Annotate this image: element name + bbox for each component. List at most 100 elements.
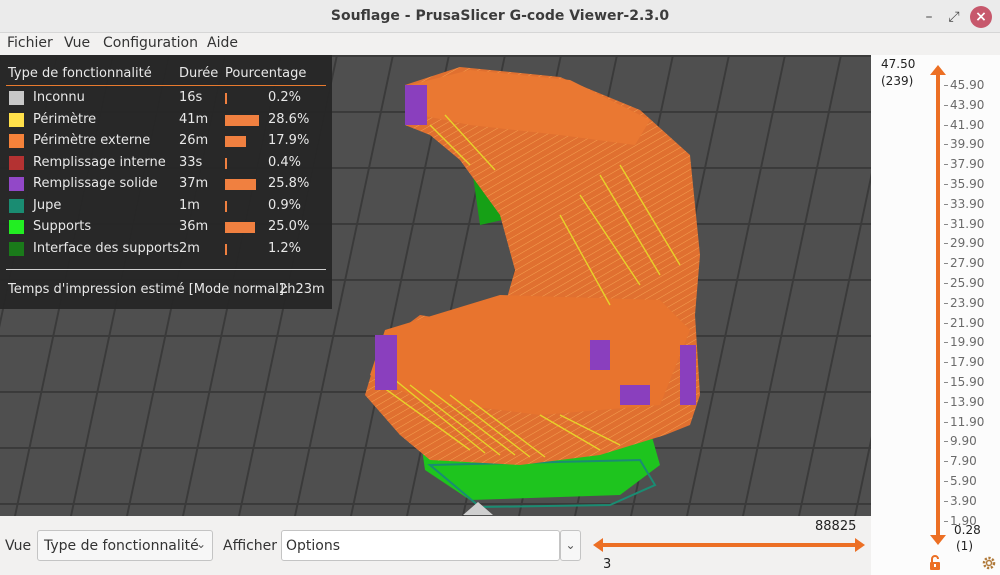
layer-tick-mark (944, 164, 948, 166)
layer-tick-label: 15.90 (950, 375, 985, 389)
maximize-button[interactable]: ⤢ (943, 6, 965, 28)
layer-tick-mark (944, 283, 948, 284)
legend-color-swatch (9, 155, 24, 170)
layer-tick-mark (944, 124, 948, 126)
options-dropdown-button[interactable]: ⌄ (560, 530, 581, 561)
layer-tick-label: 11.90 (950, 414, 985, 429)
layer-tick-mark (944, 223, 948, 225)
layer-tick-label: 3.90 (950, 493, 977, 508)
legend-color-swatch (9, 177, 24, 191)
legend-item-duration: 36m (179, 219, 209, 234)
menu-vue[interactable]: Vue (64, 35, 90, 51)
menu-fichier[interactable]: Fichier (7, 35, 53, 51)
layer-top-value: 47.50 (881, 57, 916, 71)
legend-color-swatch (9, 91, 24, 105)
layer-tick-label: 21.90 (950, 315, 985, 330)
layer-tick-mark (944, 85, 948, 86)
layer-slider-bottom-thumb[interactable] (930, 535, 946, 545)
legend-row: Interface des supports 2m 1.2% (0, 240, 332, 261)
layer-tick-label: 33.90 (950, 196, 985, 211)
gear-icon[interactable] (981, 555, 997, 571)
legend-percentage-bar (225, 200, 227, 212)
legend-header-type: Type de fonctionnalité (8, 66, 152, 81)
legend-item-duration: 1m (179, 197, 200, 213)
legend-panel: Type de fonctionnalité Durée Pourcentage… (0, 55, 332, 309)
layer-tick-mark (944, 104, 948, 106)
lock-icon[interactable] (927, 555, 943, 571)
legend-item-percentage: 28.6% (268, 111, 310, 127)
legend-color-swatch (9, 112, 24, 127)
legend-item-duration: 16s (179, 90, 203, 105)
view-type-select[interactable]: Type de fonctionnalité ⌄ (37, 530, 213, 561)
legend-item-duration: 41m (179, 111, 209, 127)
legend-item-name: Remplissage solide (33, 176, 158, 191)
legend-header-duration: Durée (179, 66, 219, 81)
estimated-time-label: Temps d'impression estimé [Mode normal]: (8, 282, 289, 297)
legend-item-duration: 2m (179, 240, 200, 256)
legend-row: Périmètre externe 26m 17.9% (0, 132, 332, 153)
layer-tick-mark (944, 322, 948, 324)
layer-tick-mark (944, 500, 948, 502)
move-slider[interactable] (593, 538, 865, 552)
layer-slider[interactable] (930, 65, 946, 545)
layer-tick-mark (944, 421, 948, 423)
legend-color-swatch (9, 134, 24, 148)
move-slider-min: 3 (603, 557, 612, 572)
legend-row: Périmètre 41m 28.6% (0, 111, 332, 132)
legend-percentage-bar (225, 222, 255, 233)
layer-bottom-value: 0.28 (954, 523, 981, 537)
layer-tick-mark (944, 203, 948, 205)
title-bar: Souflage - PrusaSlicer G-code Viewer-2.3… (0, 0, 1000, 33)
move-slider-right-thumb[interactable] (855, 538, 865, 552)
layer-tick-label: 43.90 (950, 97, 985, 112)
close-button[interactable]: × (970, 6, 992, 28)
layer-tick-mark (944, 342, 948, 344)
minimize-button[interactable]: – (918, 6, 940, 28)
legend-percentage-bar (225, 136, 247, 147)
layer-tick-label: 39.90 (950, 137, 985, 152)
legend-item-name: Remplissage interne (33, 154, 166, 170)
bottom-toolbar: Vue Type de fonctionnalité ⌄ Afficher ⌄ … (0, 516, 871, 575)
legend-row: Jupe 1m 0.9% (0, 197, 332, 218)
layer-tick-label: 41.90 (950, 117, 985, 132)
header-divider (6, 85, 326, 86)
layer-tick-mark (944, 184, 948, 185)
move-slider-track[interactable] (601, 543, 857, 547)
legend-item-percentage: 25.0% (268, 219, 310, 234)
layer-slider-panel: 47.50 (239) 45.90 43.90 41.90 39.90 37.90 35.… (871, 55, 1000, 575)
layer-tick-label: 7.90 (950, 454, 977, 469)
layer-tick-mark (944, 362, 948, 364)
footer-divider (6, 269, 326, 270)
chevron-down-icon: ⌄ (565, 538, 576, 552)
layer-tick-mark (944, 520, 948, 522)
layer-tick-mark (944, 263, 948, 265)
layer-tick-label: 9.90 (950, 434, 977, 449)
layer-tick-label: 35.90 (950, 177, 985, 191)
chevron-down-icon: ⌄ (195, 537, 206, 551)
legend-color-swatch (9, 198, 24, 213)
layer-tick-mark (944, 144, 948, 146)
legend-row: Remplissage interne 33s 0.4% (0, 154, 332, 175)
layer-tick-label: 45.90 (950, 78, 985, 92)
estimated-time-value: 2h23m (279, 282, 325, 297)
legend-row: Remplissage solide 37m 25.8% (0, 175, 332, 196)
layer-tick-label: 17.90 (950, 355, 985, 370)
layer-top-index: (239) (881, 74, 914, 88)
legend-item-duration: 26m (179, 133, 209, 148)
legend-item-duration: 37m (179, 176, 209, 191)
menu-configuration[interactable]: Configuration (103, 35, 198, 51)
layer-tick-label: 5.90 (950, 474, 977, 488)
move-slider-max: 88825 (815, 519, 857, 534)
legend-item-name: Périmètre externe (33, 133, 151, 148)
legend-color-swatch (9, 241, 24, 256)
layer-slider-track[interactable] (936, 71, 940, 541)
layer-bottom-index: (1) (956, 539, 973, 553)
move-slider-left-thumb[interactable] (593, 538, 603, 552)
layer-slider-top-thumb[interactable] (930, 65, 946, 75)
layer-tick-mark (944, 441, 948, 443)
layer-tick-label: 29.90 (950, 236, 985, 251)
options-combo-input[interactable] (281, 530, 560, 561)
menu-aide[interactable]: Aide (207, 35, 238, 51)
layer-tick-label: 23.90 (950, 295, 985, 310)
layer-tick-label: 25.90 (950, 276, 985, 290)
